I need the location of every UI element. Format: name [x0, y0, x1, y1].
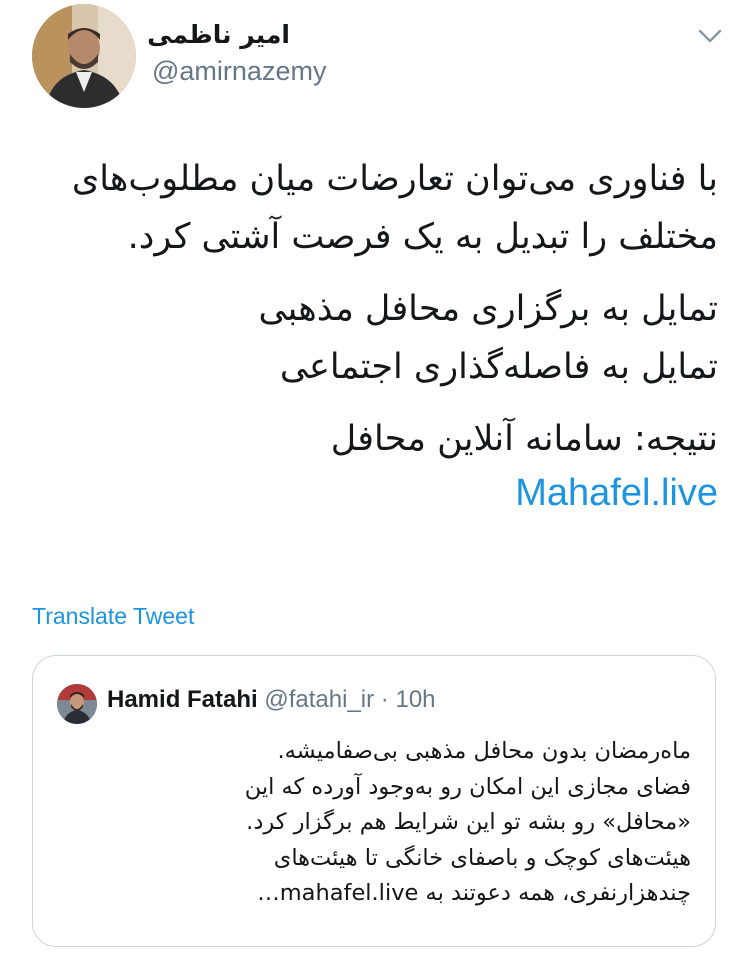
tweet-line: تمایل به برگزاری محافل مذهبی — [258, 289, 719, 329]
tweet-paragraph-2: تمایل به برگزاری محافل مذهبی تمایل به فا… — [28, 280, 719, 396]
author-display-name[interactable]: امیر ناظمی — [147, 20, 290, 49]
quoted-tweet-card[interactable]: Hamid Fatahi @fatahi_ir · 10h ماه‌رمضان … — [32, 655, 716, 947]
tweet-line: با فناوری می‌توان تعارضات میان مطلوب‌های — [71, 159, 718, 199]
tweet-paragraph-1: با فناوری می‌توان تعارضات میان مطلوب‌های… — [28, 150, 718, 266]
tweet-line: مختلف را تبدیل به یک فرصت آشتی کرد. — [127, 217, 718, 257]
tweet-text: با فناوری می‌توان تعارضات میان مطلوب‌های… — [28, 150, 718, 536]
chevron-down-icon[interactable] — [694, 22, 726, 50]
quoted-author-name[interactable]: Hamid Fatahi — [107, 686, 258, 713]
tweet-link[interactable]: Mahafel.live — [28, 464, 718, 522]
quoted-tweet-timestamp[interactable]: 10h — [395, 686, 435, 713]
quoted-author-avatar[interactable] — [57, 684, 97, 724]
quoted-author-handle[interactable]: @fatahi_ir — [264, 686, 374, 713]
quoted-tweet-line: چندهزارنفری، همه دعوتند به mahafel.live… — [257, 880, 691, 906]
quoted-tweet-line: ماه‌رمضان بدون محافل مذهبی بی‌صفامیشه. — [277, 738, 691, 764]
translate-tweet-link[interactable]: Translate Tweet — [32, 603, 194, 630]
quoted-tweet-line: فضای مجازی این امکان رو به‌وجود آورده که… — [244, 773, 691, 800]
quoted-tweet-text: ماه‌رمضان بدون محافل مذهبی بی‌صفامیشه. ف… — [51, 734, 691, 912]
quoted-tweet-header: Hamid Fatahi @fatahi_ir · 10h — [107, 686, 436, 714]
quoted-tweet-line: «محافل» رو بشه تو این شرایط هم برگزار کر… — [246, 809, 691, 835]
author-handle[interactable]: @amirnazemy — [152, 56, 326, 87]
author-avatar[interactable] — [32, 4, 136, 108]
tweet-result-line: نتیجه: سامانه آنلاین محافل — [330, 419, 718, 459]
tweet-line: تمایل به فاصله‌گذاری اجتماعی — [279, 347, 718, 387]
tweet-paragraph-3: نتیجه: سامانه آنلاین محافل Mahafel.live — [28, 410, 718, 522]
header-separator: · — [380, 686, 389, 713]
quoted-tweet-line: هیئت‌های کوچک و باصفای خانگی تا هیئت‌های — [273, 844, 691, 871]
